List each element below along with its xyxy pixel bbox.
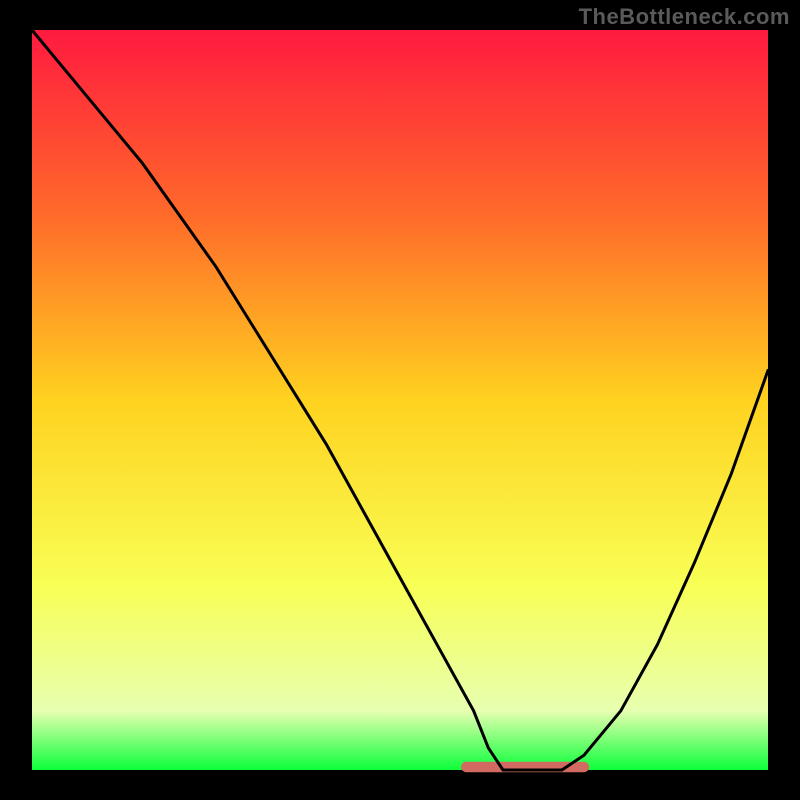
bottleneck-chart [0,0,800,800]
watermark-text: TheBottleneck.com [579,4,790,30]
chart-frame: TheBottleneck.com [0,0,800,800]
plot-background [32,30,768,770]
